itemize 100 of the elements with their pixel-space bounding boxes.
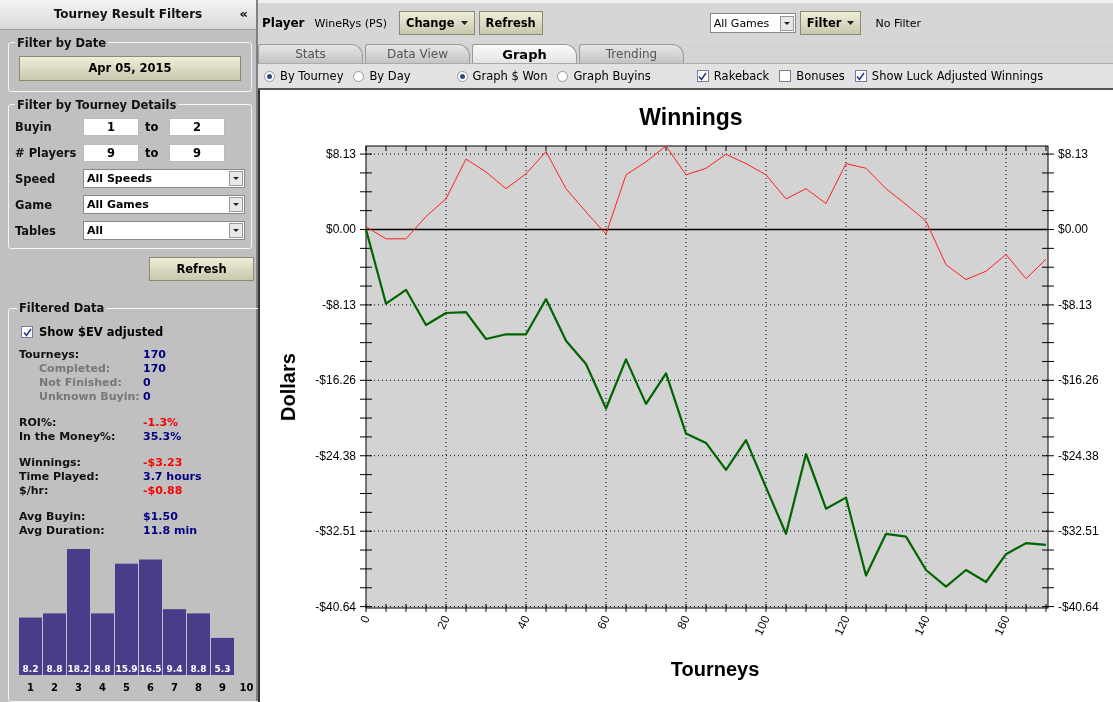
refresh-button[interactable]: Refresh [149, 256, 254, 281]
game-dropdown[interactable]: All Games [709, 13, 796, 33]
stat-label: Completed: [38, 361, 112, 375]
tab[interactable]: Data View [365, 44, 470, 63]
stat-value: 3.7 hours [143, 469, 202, 483]
group-legend: Filter by Date [15, 35, 109, 50]
bar-category-label: 9 [219, 682, 226, 693]
filter-button[interactable]: Filter [799, 11, 862, 35]
checkbox-option[interactable]: Rakeback [696, 69, 770, 83]
tab[interactable]: Stats [258, 44, 363, 63]
y-tick-label: -$16.26 [1058, 373, 1099, 388]
stat-label: Time Played: [19, 469, 100, 483]
dropdown[interactable]: All Speeds [83, 169, 245, 189]
range-from-field[interactable]: 1 [83, 117, 139, 136]
checkbox[interactable] [21, 326, 33, 338]
dropdown[interactable]: All [83, 221, 245, 241]
change-button[interactable]: Change [398, 11, 475, 35]
checkbox[interactable] [779, 70, 792, 82]
radio-option[interactable]: By Day [353, 69, 411, 83]
range-from-field[interactable]: 9 [83, 143, 139, 162]
y-tick-label: $0.00 [325, 222, 356, 237]
stat-label: Avg Buyin: [19, 509, 87, 523]
range-to-field[interactable]: 2 [169, 117, 225, 136]
stat-label: Avg Duration: [19, 523, 106, 537]
bar-category-label: 6 [147, 682, 154, 693]
bar-category-label: 2 [51, 682, 58, 693]
y-tick-label: $0.00 [1058, 222, 1089, 237]
stat-value: 0 [143, 389, 151, 403]
checkbox-option[interactable]: Show $EV adjusted [21, 325, 257, 339]
bar-value-label: 8.8 [190, 664, 207, 674]
caret-icon [460, 21, 468, 25]
x-tick-label: 40 [514, 613, 533, 632]
sidebar-title: Tourney Result Filters [53, 7, 203, 22]
tab[interactable]: Graph [472, 44, 577, 63]
dropdown[interactable]: All Games [83, 195, 245, 215]
player-name: WineRys (PS) [314, 16, 387, 30]
radio-button[interactable] [353, 70, 365, 82]
y-tick-label: -$24.38 [1058, 448, 1099, 463]
stat-label: In the Money%: [19, 429, 117, 443]
bar-category-label: 7 [171, 682, 178, 693]
stat-value: -$0.88 [143, 483, 183, 497]
y-tick-label: -$32.51 [315, 524, 356, 539]
checkbox-option[interactable]: Show Luck Adjusted Winnings [854, 69, 1044, 83]
stat-value: 170 [143, 347, 166, 361]
y-tick-label: -$24.38 [315, 448, 356, 463]
chart-title: Winnings [639, 104, 743, 130]
range-to-field[interactable]: 9 [169, 143, 225, 162]
checkbox-option[interactable]: Bonuses [779, 69, 845, 83]
bar-category-label: 3 [75, 682, 82, 693]
x-tick-label: 20 [434, 613, 453, 632]
bar-value-label: 8.2 [22, 664, 39, 674]
stat-label: Unknown Buyin: [38, 389, 141, 403]
y-tick-label: -$40.64 [1058, 599, 1099, 614]
stat-label: Winnings: [19, 455, 82, 469]
stat-label: Tourneys: [19, 347, 81, 361]
bar-value-label: 16.5 [139, 664, 162, 674]
bar-value-label: 5.3 [214, 664, 231, 674]
checkmark-icon [698, 71, 708, 81]
radio-option[interactable]: By Tourney [264, 69, 344, 83]
bar-category-label: 4 [99, 682, 106, 693]
x-axis-title: Tourneys [670, 658, 760, 680]
radio-option[interactable]: Graph Buyins [557, 69, 651, 83]
y-tick-label: -$32.51 [1058, 524, 1099, 539]
field-label: Buyin [15, 119, 53, 134]
stat-value: 0 [143, 375, 151, 389]
radio-button[interactable] [264, 70, 275, 82]
checkmark-icon [856, 71, 866, 81]
radio-option[interactable]: Graph $ Won [456, 69, 548, 83]
stat-value: 11.8 min [143, 523, 198, 537]
tab[interactable]: Trending [579, 44, 684, 63]
radio-button[interactable] [557, 70, 569, 82]
radio-button[interactable] [456, 70, 468, 82]
bar-category-label: 1 [27, 682, 34, 693]
stat-label: Not Finished: [38, 375, 123, 389]
date-button[interactable]: Apr 05, 2015 [19, 55, 241, 81]
bar-value-label: 9.4 [166, 664, 183, 674]
stat-value: -$3.23 [143, 455, 183, 469]
bar-category-label: 10 [239, 682, 254, 693]
y-tick-label: -$8.13 [321, 297, 356, 312]
y-tick-label: -$40.64 [315, 599, 356, 614]
field-label: # Players [15, 145, 77, 160]
range-separator: to [145, 145, 160, 160]
checkbox[interactable] [696, 70, 709, 82]
collapse-button[interactable]: « [239, 6, 248, 21]
stat-value: 170 [143, 361, 166, 375]
group-legend: Filtered Data [17, 301, 107, 315]
filter-status: No Filter [875, 16, 922, 30]
group-legend: Filter by Tourney Details [15, 97, 179, 112]
stat-value: -1.3% [143, 415, 179, 429]
y-tick-label: -$16.26 [315, 373, 356, 388]
checkmark-icon [22, 327, 32, 337]
stat-value: $1.50 [143, 509, 178, 523]
bar-category-label: 5 [123, 682, 130, 693]
x-tick-label: 60 [594, 613, 613, 632]
refresh-button[interactable]: Refresh [478, 11, 543, 35]
x-tick-label: 120 [831, 613, 853, 638]
checkbox[interactable] [854, 70, 867, 82]
field-label: Speed [15, 171, 57, 186]
x-tick-label: 80 [674, 613, 693, 632]
x-tick-label: 140 [911, 613, 933, 638]
